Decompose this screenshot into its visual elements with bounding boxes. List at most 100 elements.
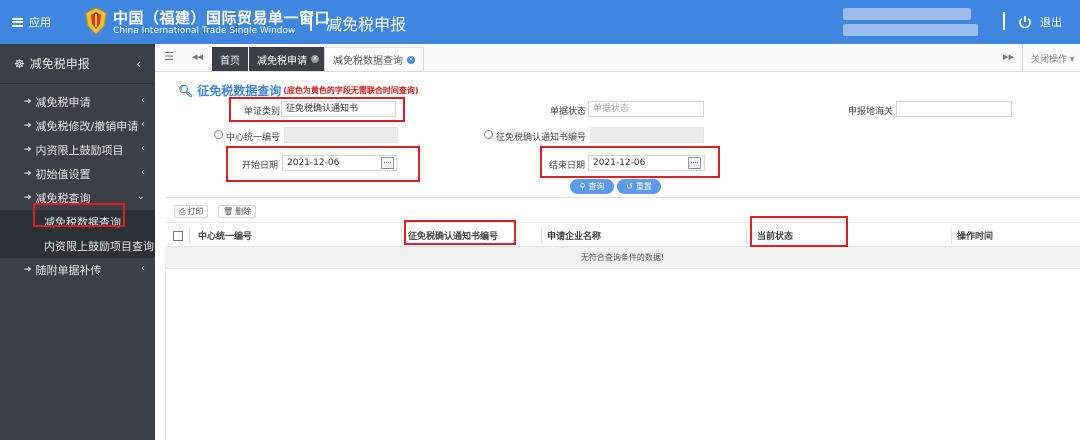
sidebar-item-label: 随附单据补传 [35,264,102,277]
sign-in-icon: ➜ [24,145,32,155]
sidebar-title: 减免税申报 [29,57,90,71]
sign-in-icon: ➜ [24,265,32,275]
chevron-down-icon: ⌄ [136,191,145,202]
highlight-box-status-column [750,216,848,247]
hamburger-icon [12,17,23,27]
select-all-checkbox[interactable] [173,231,183,241]
sidebar-item-label: 减免税申请 [35,96,91,109]
print-label: 打印 [187,207,204,216]
sign-in-icon: ➜ [24,121,32,131]
query-button-label: 查询 [588,182,605,191]
notice-no-radio[interactable] [484,130,493,139]
center-no-radio[interactable] [214,130,223,139]
center-no-input[interactable] [284,127,398,143]
caret-down-icon: ▾ [1069,55,1075,65]
form-divider [165,197,1080,198]
panel-note: (底色为黄色的字段无需联合时间查询) [283,86,419,95]
tab-label: 首页 [220,55,240,67]
header-divider-right [1003,12,1005,30]
highlight-box-start-date [226,146,420,182]
chevron-left-icon: ‹ [136,57,141,71]
tasks-icon: ☸ [14,56,25,71]
close-ops-label: 关闭操作 [1031,55,1068,65]
undo-icon: ↺ [626,182,633,191]
doc-status-label: 单据状态 [550,107,587,117]
search-icon: ⚲ [579,182,586,191]
sidebar-item-label: 减免税修改/撤销申请 [35,120,139,133]
query-button[interactable]: ⚲ 查询 [570,179,614,194]
sign-in-icon: ➜ [24,97,32,107]
scroll-right-icon[interactable]: ▸▸ [1003,50,1014,63]
table-empty-message: 无符合查询条件的数据! [165,247,1080,269]
header-divider [310,13,312,31]
chevron-left-icon: ‹ [141,95,145,106]
table-header: 中心统一编号 征免税确认通知书编号 申请企业名称 当前状态 操作时间 [165,222,1080,247]
tab-label: 减免税申请 [257,55,307,67]
close-operations-dropdown[interactable]: 关闭操作 ▾ [1031,52,1074,65]
printer-icon: ⎙ [179,206,186,216]
sidebar-item-initial-settings[interactable]: ➜ 初始值设置 ‹ [0,162,155,186]
sidebar-item-label: 内资限上鼓励项目 [35,144,124,157]
sidebar-header[interactable]: ☸ 减免税申报 ‹ [0,44,155,84]
brand-title: 中国（福建）国际贸易单一窗口 [113,9,331,27]
notice-no-input[interactable] [590,127,704,143]
highlight-box-doc-type [229,97,405,122]
reset-button[interactable]: ↺ 重置 [617,179,661,194]
sidebar-subitem-domestic-query[interactable]: 内资限上鼓励项目查询 [0,234,155,258]
scroll-left-icon[interactable]: ◂◂ [192,50,203,63]
doc-status-select[interactable]: 单据状态 [588,101,704,117]
tab-data-query[interactable]: 减免税数据查询 × [324,47,424,71]
sign-in-icon: ➜ [24,193,32,203]
delete-button[interactable]: 🗑︎ 删除 [218,205,257,218]
brand-subtitle: China International Trade Single Window [113,26,296,36]
customs-select[interactable] [896,101,1012,117]
user-info-redacted [843,8,971,20]
sidebar-item-domestic-project[interactable]: ➜ 内资限上鼓励项目 ‹ [0,138,155,162]
customs-emblem-icon [85,7,107,35]
chevron-left-icon: ‹ [141,119,145,130]
notice-no-label: 征免税确认通知书编号 [496,133,587,143]
close-icon[interactable]: × [407,55,415,64]
column-divider [746,227,747,244]
column-applicant[interactable]: 申请企业名称 [547,223,601,248]
tab-label: 减免税数据查询 [333,56,403,67]
tab-divider [1022,44,1023,72]
tab-bar: ☰ ◂◂ 首页 减免税申请 × 减免税数据查询 × ▸▸ 关闭操作 ▾ [155,44,1080,72]
column-divider [401,227,402,244]
chevron-left-icon: ‹ [141,167,145,178]
tab-home[interactable]: 首页 [212,47,248,71]
tab-reduction-apply[interactable]: 减免税申请 × [249,47,327,71]
print-button[interactable]: ⎙ 打印 [174,205,209,218]
search-icon: 🔍︎ [178,83,194,98]
sidebar-item-label: 初始值设置 [35,168,91,181]
center-no-label: 中心统一编号 [226,133,281,143]
delete-label: 删除 [235,207,252,216]
power-icon [1019,16,1031,29]
sign-in-icon: ➜ [24,169,32,179]
close-icon[interactable]: × [311,55,319,63]
highlight-box-end-date [540,146,720,178]
sidebar-item-modify-cancel[interactable]: ➜ 减免税修改/撤销申请 ‹ [0,114,155,138]
column-center-no[interactable]: 中心统一编号 [198,223,252,248]
logout-label: 退出 [1040,16,1062,29]
chevron-left-icon: ‹ [141,263,145,274]
sidebar-item-reduction-apply[interactable]: ➜ 减免税申请 ‹ [0,90,155,114]
sidebar: ☸ 减免税申报 ‹ ➜ 减免税申请 ‹ ➜ 减免税修改/撤销申请 ‹ ➜ 内资限… [0,44,155,440]
column-operate-time[interactable]: 操作时间 [957,223,993,248]
app-menu-toggle[interactable]: 应用 [12,14,51,30]
highlight-box-sidebar-query [33,203,125,227]
top-bar: 应用 中国（福建）国际贸易单一窗口 China International Tr… [0,0,1080,44]
menu-collapse-icon[interactable]: ☰ [164,50,174,63]
customs-label: 申报地海关 [848,107,894,117]
column-divider [189,227,190,244]
chevron-left-icon: ‹ [141,143,145,154]
column-divider [951,227,952,244]
module-title: 减免税申报 [326,15,407,34]
org-info-redacted [843,24,978,36]
reset-button-label: 重置 [635,182,652,191]
table-body [165,269,1080,440]
app-menu-label: 应用 [29,16,51,29]
logout-button[interactable]: 退出 [1018,14,1062,30]
column-divider [541,227,542,244]
sidebar-item-attachment-upload[interactable]: ➜ 随附单据补传 ‹ [0,258,155,282]
